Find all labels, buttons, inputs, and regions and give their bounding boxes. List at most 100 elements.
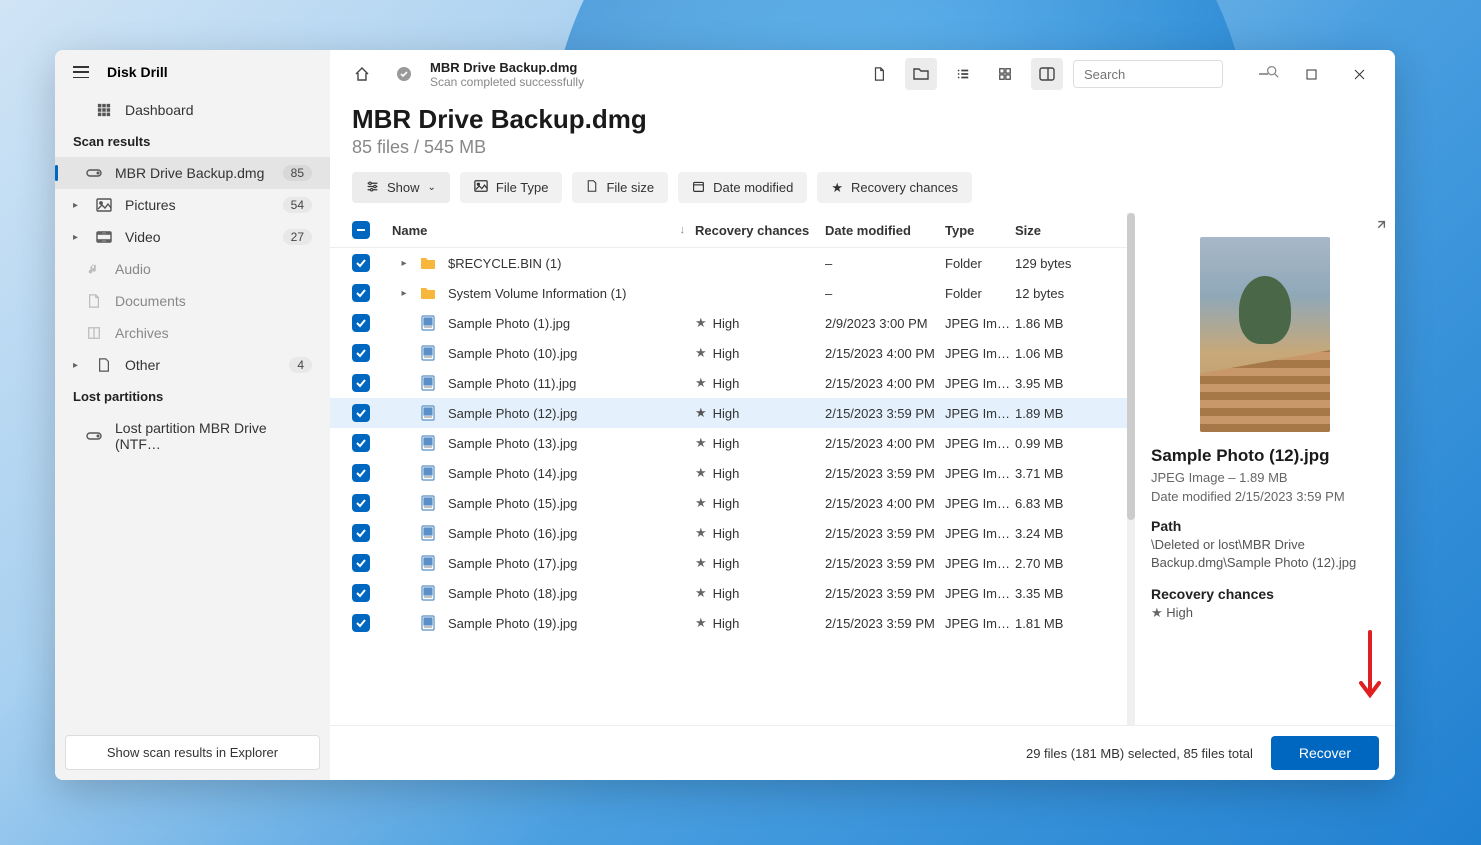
image-file-icon — [416, 465, 440, 481]
table-row[interactable]: Sample Photo (19).jpg★High2/15/2023 3:59… — [330, 608, 1127, 638]
row-checkbox[interactable] — [352, 464, 370, 482]
row-checkbox[interactable] — [352, 584, 370, 602]
row-date: 2/15/2023 4:00 PM — [825, 346, 945, 361]
breadcrumb-title: MBR Drive Backup.dmg — [430, 60, 853, 75]
scrollbar[interactable] — [1127, 213, 1135, 725]
preview-meta-type: JPEG Image – 1.89 MB — [1151, 470, 1379, 485]
nav-mbr-drive[interactable]: MBR Drive Backup.dmg 85 — [55, 157, 330, 189]
nav-mbr-badge: 85 — [283, 165, 312, 181]
chevron-down-icon: ⌄ — [428, 182, 436, 193]
row-date: 2/15/2023 3:59 PM — [825, 616, 945, 631]
col-date[interactable]: Date modified — [825, 223, 945, 238]
table-row[interactable]: Sample Photo (15).jpg★High2/15/2023 4:00… — [330, 488, 1127, 518]
view-folder-button[interactable] — [905, 58, 937, 90]
row-checkbox[interactable] — [352, 284, 370, 302]
row-name: Sample Photo (15).jpg — [448, 496, 577, 511]
row-checkbox[interactable] — [352, 314, 370, 332]
table-row[interactable]: Sample Photo (10).jpg★High2/15/2023 4:00… — [330, 338, 1127, 368]
preview-meta-date: Date modified 2/15/2023 3:59 PM — [1151, 489, 1379, 504]
row-type: Folder — [945, 286, 1015, 301]
view-grid-button[interactable] — [989, 58, 1021, 90]
view-preview-button[interactable] — [1031, 58, 1063, 90]
table-row[interactable]: Sample Photo (11).jpg★High2/15/2023 4:00… — [330, 368, 1127, 398]
row-checkbox[interactable] — [352, 344, 370, 362]
nav-video-label: Video — [125, 229, 271, 245]
nav-video[interactable]: ▸ Video 27 — [55, 221, 330, 253]
table-row[interactable]: Sample Photo (14).jpg★High2/15/2023 3:59… — [330, 458, 1127, 488]
row-checkbox[interactable] — [352, 374, 370, 392]
maximize-button[interactable] — [1291, 58, 1331, 90]
row-type: JPEG Im… — [945, 556, 1015, 571]
image-file-icon — [416, 375, 440, 391]
home-button[interactable] — [346, 58, 378, 90]
col-name[interactable]: Name↓ — [392, 223, 695, 238]
expand-icon[interactable]: ▸ — [392, 258, 416, 269]
nav-lost-partition[interactable]: Lost partition MBR Drive (NTF… — [55, 412, 330, 460]
nav-dashboard[interactable]: Dashboard — [55, 94, 330, 126]
table-row[interactable]: Sample Photo (17).jpg★High2/15/2023 3:59… — [330, 548, 1127, 578]
star-icon: ★ — [695, 555, 707, 571]
table-row[interactable]: Sample Photo (18).jpg★High2/15/2023 3:59… — [330, 578, 1127, 608]
view-list-button[interactable] — [947, 58, 979, 90]
row-name: Sample Photo (17).jpg — [448, 556, 577, 571]
table-row[interactable]: Sample Photo (16).jpg★High2/15/2023 3:59… — [330, 518, 1127, 548]
col-size[interactable]: Size — [1015, 223, 1105, 238]
row-size: 2.70 MB — [1015, 556, 1105, 571]
row-size: 1.86 MB — [1015, 316, 1105, 331]
nav-documents[interactable]: Documents — [55, 285, 330, 317]
row-checkbox[interactable] — [352, 404, 370, 422]
row-checkbox[interactable] — [352, 614, 370, 632]
star-icon: ★ — [695, 315, 707, 331]
close-button[interactable] — [1339, 58, 1379, 90]
table-body[interactable]: ▸$RECYCLE.BIN (1)–Folder129 bytes▸System… — [330, 248, 1127, 725]
row-size: 3.24 MB — [1015, 526, 1105, 541]
row-date: 2/15/2023 3:59 PM — [825, 556, 945, 571]
drive-icon — [85, 165, 103, 181]
image-file-icon — [416, 585, 440, 601]
expand-icon[interactable]: ▸ — [392, 288, 416, 299]
filter-file-type[interactable]: File Type — [460, 172, 563, 203]
recover-button[interactable]: Recover — [1271, 736, 1379, 770]
row-date: 2/15/2023 4:00 PM — [825, 496, 945, 511]
search-input[interactable] — [1073, 60, 1223, 88]
nav-other[interactable]: ▸ Other 4 — [55, 349, 330, 381]
row-checkbox[interactable] — [352, 524, 370, 542]
row-checkbox[interactable] — [352, 254, 370, 272]
filter-recovery-chances[interactable]: ★ Recovery chances — [817, 172, 972, 203]
filter-date-modified[interactable]: Date modified — [678, 172, 807, 203]
nav-other-label: Other — [125, 357, 277, 373]
row-checkbox[interactable] — [352, 494, 370, 512]
filter-file-size[interactable]: File size — [572, 172, 668, 203]
table-row[interactable]: ▸System Volume Information (1)–Folder12 … — [330, 278, 1127, 308]
col-type[interactable]: Type — [945, 223, 1015, 238]
chevron-right-icon: ▸ — [73, 232, 83, 243]
table-row[interactable]: Sample Photo (12).jpg★High2/15/2023 3:59… — [330, 398, 1127, 428]
row-type: JPEG Im… — [945, 526, 1015, 541]
breadcrumb: MBR Drive Backup.dmg Scan completed succ… — [430, 60, 853, 89]
preview-panel: Sample Photo (12).jpg JPEG Image – 1.89 … — [1135, 213, 1395, 725]
row-checkbox[interactable] — [352, 434, 370, 452]
nav-pictures-badge: 54 — [283, 197, 312, 213]
table-row[interactable]: ▸$RECYCLE.BIN (1)–Folder129 bytes — [330, 248, 1127, 278]
nav-pictures[interactable]: ▸ Pictures 54 — [55, 189, 330, 221]
nav-archives[interactable]: Archives — [55, 317, 330, 349]
table-row[interactable]: Sample Photo (13).jpg★High2/15/2023 4:00… — [330, 428, 1127, 458]
minimize-button[interactable] — [1243, 58, 1283, 90]
hamburger-icon[interactable] — [73, 66, 89, 78]
expand-icon[interactable] — [1373, 219, 1387, 238]
show-in-explorer-button[interactable]: Show scan results in Explorer — [65, 735, 320, 770]
filter-show[interactable]: Show ⌄ — [352, 172, 450, 203]
app-window: Disk Drill Dashboard Scan results MBR Dr… — [55, 50, 1395, 780]
scrollbar-thumb[interactable] — [1127, 213, 1135, 520]
star-icon: ★ — [695, 525, 707, 541]
col-recovery[interactable]: Recovery chances — [695, 223, 825, 238]
row-checkbox[interactable] — [352, 554, 370, 572]
table-row[interactable]: Sample Photo (1).jpg★High2/9/2023 3:00 P… — [330, 308, 1127, 338]
search-field[interactable] — [1084, 67, 1260, 82]
view-file-button[interactable] — [863, 58, 895, 90]
nav-audio[interactable]: Audio — [55, 253, 330, 285]
row-name: $RECYCLE.BIN (1) — [448, 256, 561, 271]
select-all-checkbox[interactable] — [352, 221, 370, 239]
image-file-icon — [416, 435, 440, 451]
row-type: JPEG Im… — [945, 466, 1015, 481]
